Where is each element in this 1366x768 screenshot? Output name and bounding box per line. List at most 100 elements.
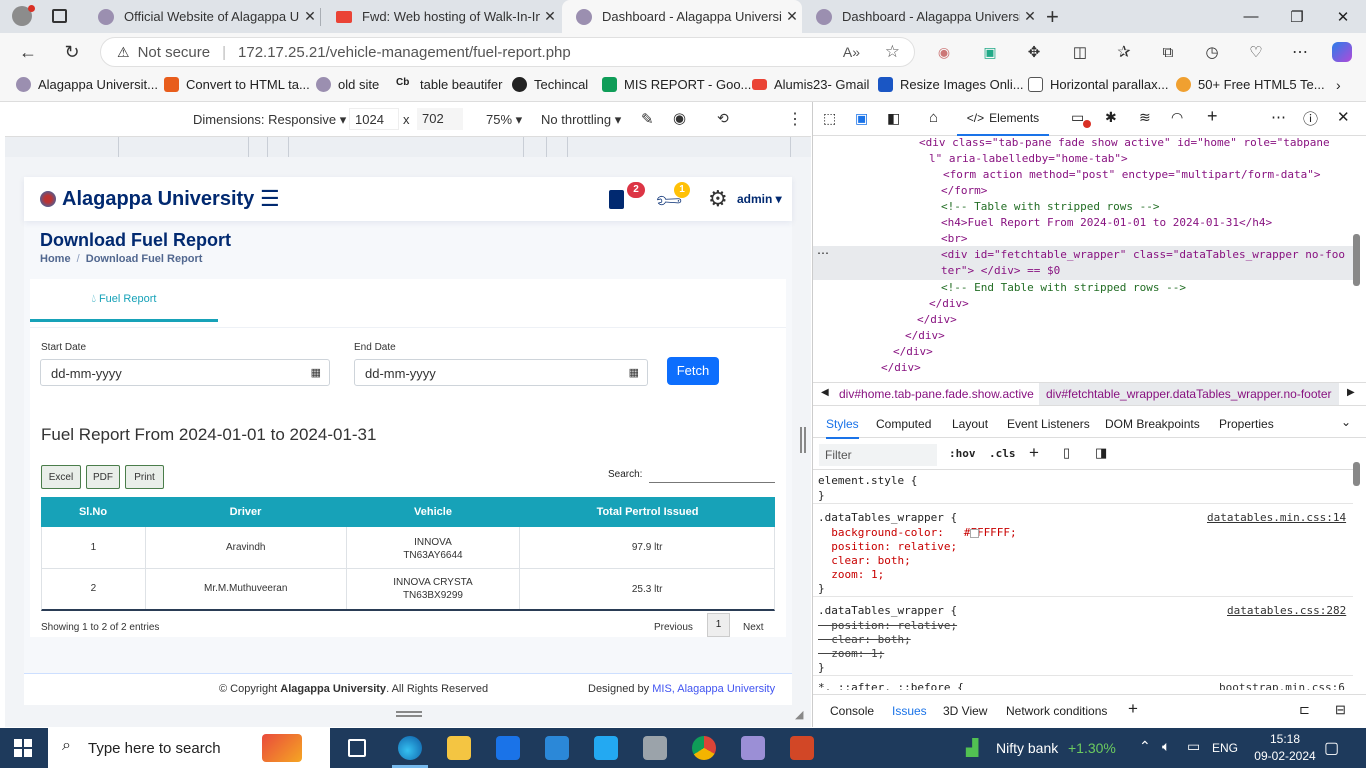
css-selector[interactable]: .dataTables_wrapper { [818,511,957,524]
height-input[interactable]: 702 [417,108,463,130]
browser-tab[interactable]: Official Website of Alagappa Uni ✕ [84,0,320,33]
url-text[interactable]: 172.17.25.21/vehicle-management/fuel-rep… [238,44,571,61]
drawer-tab-console[interactable]: Console [830,704,874,718]
reload-icon[interactable]: ↻ [58,39,86,65]
stock-name[interactable]: Nifty bank [996,740,1058,756]
history-icon[interactable]: ◷ [1198,39,1226,65]
close-tab-icon[interactable]: ✕ [1020,8,1040,25]
search-input[interactable] [649,465,775,483]
welcome-home-icon[interactable]: ⌂ [929,109,938,126]
bookmark-item[interactable]: Techincal [512,77,588,92]
cls-toggle[interactable]: .cls [989,447,1016,460]
tab-computed[interactable]: Computed [876,417,931,431]
styles-scrollbar[interactable] [1353,462,1360,486]
excel-button[interactable]: Excel [41,465,81,489]
styles-filter-input[interactable]: Filter [819,444,937,466]
tab-actions-icon[interactable] [52,9,67,23]
device-toggle-icon[interactable]: ▣ [855,110,868,127]
throttle-select[interactable]: No throttling ▾ [541,112,621,128]
viewport-resize-handle-right[interactable] [800,427,806,453]
css-property-overridden[interactable]: clear: both; [818,633,910,646]
css-property-overridden[interactable]: zoom: 1; [818,647,884,660]
css-property[interactable]: position: relative; [818,540,957,553]
bookmark-item[interactable]: old site [316,77,379,92]
dom-node[interactable]: </div> [893,345,933,358]
network-wifi-icon[interactable]: ≋ [1139,109,1151,126]
close-window-icon[interactable]: ✕ [1320,0,1366,33]
language-indicator[interactable]: ENG [1212,741,1238,755]
drawer-tab-issues[interactable]: Issues [892,704,927,718]
extension-icon[interactable]: ▣ [976,39,1004,65]
css-property[interactable]: clear: both; [818,554,910,567]
sensors-icon[interactable]: ✎ [641,110,654,128]
hov-toggle[interactable]: :hov [949,447,976,460]
drawer-tab-3d-view[interactable]: 3D View [943,704,987,718]
close-tab-icon[interactable]: ✕ [540,8,560,25]
tray-chevron-icon[interactable]: ⌃ [1139,738,1151,755]
dom-comment[interactable]: <!-- End Table with stripped rows --> [941,281,1186,294]
bookmarks-overflow-icon[interactable]: › [1336,77,1341,93]
more-options-icon[interactable]: ⋯ [1271,108,1286,126]
settings-gear-icon[interactable]: ⚙ [708,186,728,212]
read-aloud-icon[interactable]: A» [843,44,860,60]
taskbar-search-box[interactable]: ⌕ Type here to search [48,728,330,768]
drawer-close-icon[interactable]: ⊟ [1335,702,1346,718]
previous-button[interactable]: Previous [654,622,693,633]
dock-side-icon[interactable]: ◧ [887,110,900,127]
volume-icon[interactable]: 🔈︎ [1162,738,1170,755]
extension-icon[interactable]: ◉ [930,39,958,65]
breadcrumb-home[interactable]: Home [40,253,71,265]
app-icon[interactable] [741,736,765,760]
calendar-icon[interactable]: ▦ [311,366,321,379]
performance-icon[interactable]: ◠ [1171,109,1183,126]
zoom-select[interactable]: 75% ▾ [486,112,522,128]
tab-dom-breakpoints[interactable]: DOM Breakpoints [1105,417,1200,431]
rotate-icon[interactable]: ⟲ [717,110,729,127]
sidebar-toggle-icon[interactable]: ◨ [1095,445,1107,461]
tab-elements[interactable]: </> Elements [957,102,1049,136]
paint-icon[interactable]: ▯ [1063,445,1070,461]
pdf-button[interactable]: PDF [86,465,120,489]
css-property-overridden[interactable]: position: relative; [818,619,957,632]
dom-node[interactable]: <h4>Fuel Report From 2024-01-01 to 2024-… [941,216,1272,229]
menu-dots-icon[interactable]: ⋯ [1286,39,1314,65]
notifications-icon[interactable]: ▢ [1324,738,1339,758]
next-button[interactable]: Next [743,622,764,633]
css-selector[interactable]: element.style { [818,474,917,487]
css-source-link[interactable]: bootstrap.min.css:6 [1219,681,1345,690]
extensions-puzzle-icon[interactable]: ✥ [1020,39,1048,65]
network-icon[interactable]: ▭ [1187,738,1200,755]
file-explorer-icon[interactable] [447,736,471,760]
windows-start-icon[interactable] [14,739,32,757]
end-date-input[interactable]: dd-mm-yyyy ▦ [354,359,648,386]
minimize-icon[interactable]: — [1228,0,1274,33]
width-input[interactable]: 1024 [349,108,399,130]
help-icon[interactable]: ⓘ [1303,108,1318,129]
split-screen-icon[interactable]: ◫ [1066,39,1094,65]
performance-icon[interactable]: ♡ [1242,39,1270,65]
new-tab-icon[interactable]: + [1046,4,1059,30]
css-property[interactable]: zoom: 1; [818,568,884,581]
favorites-icon[interactable]: ✰ [1110,39,1138,65]
chrome-icon[interactable] [692,736,716,760]
viewport-resize-handle-bottom[interactable] [396,711,422,717]
bookmark-item[interactable]: Alumis23- Gmail [752,77,869,92]
tab-properties[interactable]: Properties [1219,417,1274,431]
drawer-tab-network-conditions[interactable]: Network conditions [1006,704,1107,718]
css-selector[interactable]: .dataTables_wrapper { [818,604,957,617]
microsoft-store-icon[interactable] [496,736,520,760]
restore-icon[interactable]: ❐ [1274,0,1320,33]
column-header[interactable]: Driver [145,506,346,518]
clock-time[interactable]: 15:18 [1262,732,1308,746]
bookmark-item[interactable]: MIS REPORT - Goo... [602,77,751,92]
app-icon[interactable] [643,736,667,760]
dom-node[interactable]: </div> [917,313,957,326]
bookmark-item[interactable]: 50+ Free HTML5 Te... [1176,77,1325,92]
user-menu[interactable]: admin ▾ [737,192,782,206]
column-header[interactable]: Vehicle [346,506,520,518]
dom-node[interactable]: <form action method="post" enctype="mult… [943,168,1321,181]
more-tools-plus-icon[interactable]: + [1207,106,1218,127]
task-view-icon[interactable] [348,739,366,757]
mail-icon[interactable] [545,736,569,760]
powerpoint-icon[interactable] [790,736,814,760]
